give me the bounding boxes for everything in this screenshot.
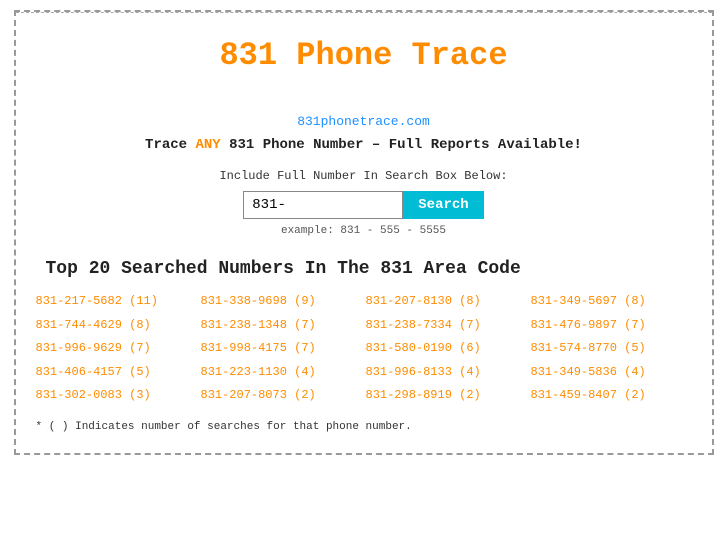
number-link[interactable]: 831-302-0083 (3) [36,385,197,407]
number-link[interactable]: 831-476-9897 (7) [531,315,692,337]
search-row: Search [16,191,712,219]
top20-title: Top 20 Searched Numbers In The 831 Area … [16,259,712,279]
number-link[interactable]: 831-207-8073 (2) [201,385,362,407]
search-example: example: 831 - 555 - 5555 [16,225,712,237]
number-link[interactable]: 831-996-8133 (4) [366,362,527,384]
search-button[interactable]: Search [403,191,483,219]
number-link[interactable]: 831-223-1130 (4) [201,362,362,384]
number-link[interactable]: 831-207-8130 (8) [366,291,527,313]
tagline-any: ANY [195,137,220,153]
number-link[interactable]: 831-574-8770 (5) [531,338,692,360]
number-link[interactable]: 831-580-0190 (6) [366,338,527,360]
tagline-suffix: 831 Phone Number – Full Reports Availabl… [221,137,582,153]
numbers-grid: 831-217-5682 (11)831-338-9698 (9)831-207… [16,291,712,407]
search-label: Include Full Number In Search Box Below: [16,169,712,183]
number-link[interactable]: 831-298-8919 (2) [366,385,527,407]
number-link[interactable]: 831-338-9698 (9) [201,291,362,313]
number-link[interactable]: 831-406-4157 (5) [36,362,197,384]
number-link[interactable]: 831-996-9629 (7) [36,338,197,360]
search-input[interactable] [243,191,403,219]
main-container: 831 Phone Trace 831phonetrace.com Trace … [14,10,714,455]
number-link[interactable]: 831-349-5697 (8) [531,291,692,313]
tagline-prefix: Trace [145,137,195,153]
number-link[interactable]: 831-459-8407 (2) [531,385,692,407]
site-url: 831phonetrace.com [16,114,712,129]
page-title: 831 Phone Trace [16,13,712,84]
number-link[interactable]: 831-744-4629 (8) [36,315,197,337]
number-link[interactable]: 831-238-7334 (7) [366,315,527,337]
footnote: * ( ) Indicates number of searches for t… [16,421,712,433]
number-link[interactable]: 831-217-5682 (11) [36,291,197,313]
tagline: Trace ANY 831 Phone Number – Full Report… [16,137,712,153]
number-link[interactable]: 831-238-1348 (7) [201,315,362,337]
number-link[interactable]: 831-349-5836 (4) [531,362,692,384]
number-link[interactable]: 831-998-4175 (7) [201,338,362,360]
